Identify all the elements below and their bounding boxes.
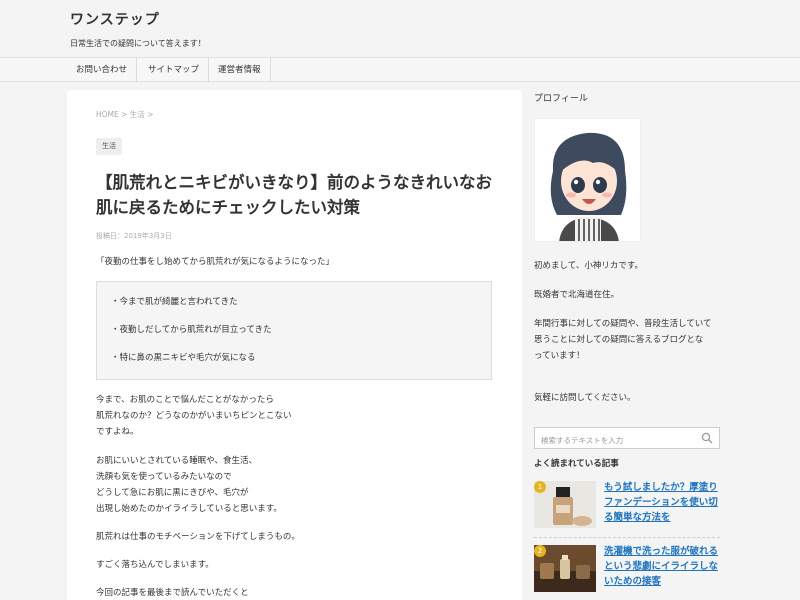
article-paragraph: すごく落ち込んでしまいます。	[96, 560, 214, 570]
divider	[534, 537, 720, 538]
article-paragraph: 肌荒れは仕事のモチベーションを下げてしまうもの。	[96, 532, 300, 542]
search-icon[interactable]	[701, 432, 713, 444]
global-nav: お問い合わせ サイトマップ 運営者情報	[0, 58, 800, 82]
profile-avatar	[534, 118, 641, 242]
checklist-item: ・今まで肌が綺麗と言われてきた	[111, 297, 238, 307]
popular-title[interactable]: もう試しましたか？厚塗りファンデーションを使い切る簡単な方法を	[604, 480, 722, 525]
avatar-illustration	[535, 119, 640, 241]
popular-thumbnail[interactable]: 1	[534, 481, 596, 528]
nav-item-operator[interactable]: 運営者情報	[209, 58, 271, 82]
article-title: 【肌荒れとニキビがいきなり】前のようなきれいなお肌に戻るためにチェックしたい対策	[96, 173, 492, 217]
popular-item[interactable]: 1 もう試しましたか？厚塗りファンデーションを使い切る簡単な方法を	[534, 481, 720, 531]
article-quote: 「夜勤の仕事をし始めてから肌荒れが気になるようになった」	[96, 257, 335, 267]
article-paragraph: 今回の記事を最後まで読んでいただくと	[96, 588, 249, 598]
breadcrumb[interactable]: HOME > 生活 >	[96, 109, 153, 120]
search-input[interactable]	[535, 430, 695, 451]
checklist-box: ・今まで肌が綺麗と言われてきた ・夜勤しだしてから肌荒れが目立ってきた ・特に鼻…	[96, 281, 492, 380]
site-title[interactable]: ワンステップ	[70, 9, 160, 29]
nav-item-contact[interactable]: お問い合わせ	[67, 58, 138, 82]
checklist-item: ・特に鼻の黒ニキビや毛穴が気になる	[111, 353, 256, 363]
search-box	[534, 427, 720, 451]
popular-item[interactable]: 2 洗濯機で洗った服が破れるという悲劇にイライラしないための接客	[534, 545, 720, 595]
site-description: 日常生活での疑問について答えます！	[70, 39, 206, 48]
checklist-item: ・夜勤しだしてから肌荒れが目立ってきた	[111, 325, 272, 335]
site-header: ワンステップ 日常生活での疑問について答えます！	[0, 0, 800, 58]
post-date: 投稿日：2019年3月3日	[96, 232, 172, 240]
profile-text: 年間行事に対しての疑問や、普段生活していて 思うことに対しての疑問に答えるブログ…	[534, 319, 712, 361]
popular-title[interactable]: 洗濯機で洗った服が破れるという悲劇にイライラしないための接客	[604, 544, 722, 589]
popular-thumbnail[interactable]: 2	[534, 545, 596, 592]
profile-text: 既婚者で北海道在住。	[534, 290, 620, 300]
profile-text: 初めまして、小神リカです。	[534, 261, 643, 271]
profile-text: 気軽に訪問してください。	[534, 393, 636, 403]
rank-badge: 1	[534, 481, 546, 493]
article-card: HOME > 生活 > 生活 【肌荒れとニキビがいきなり】前のようなきれいなお肌…	[67, 90, 522, 600]
rank-badge: 2	[534, 545, 546, 557]
article-paragraph: お肌にいいとされている睡眠や、食生活、 洗顔も気を使っているみたいなので どうし…	[96, 456, 282, 514]
article-paragraph: 今まで、お肌のことで悩んだことがなかったら 肌荒れなのか？どうなのかがいまいちピ…	[96, 395, 292, 437]
category-badge[interactable]: 生活	[96, 138, 122, 155]
popular-heading: よく読まれている記事	[534, 459, 619, 469]
nav-item-sitemap[interactable]: サイトマップ	[139, 58, 210, 82]
profile-heading: プロフィール	[534, 94, 588, 104]
